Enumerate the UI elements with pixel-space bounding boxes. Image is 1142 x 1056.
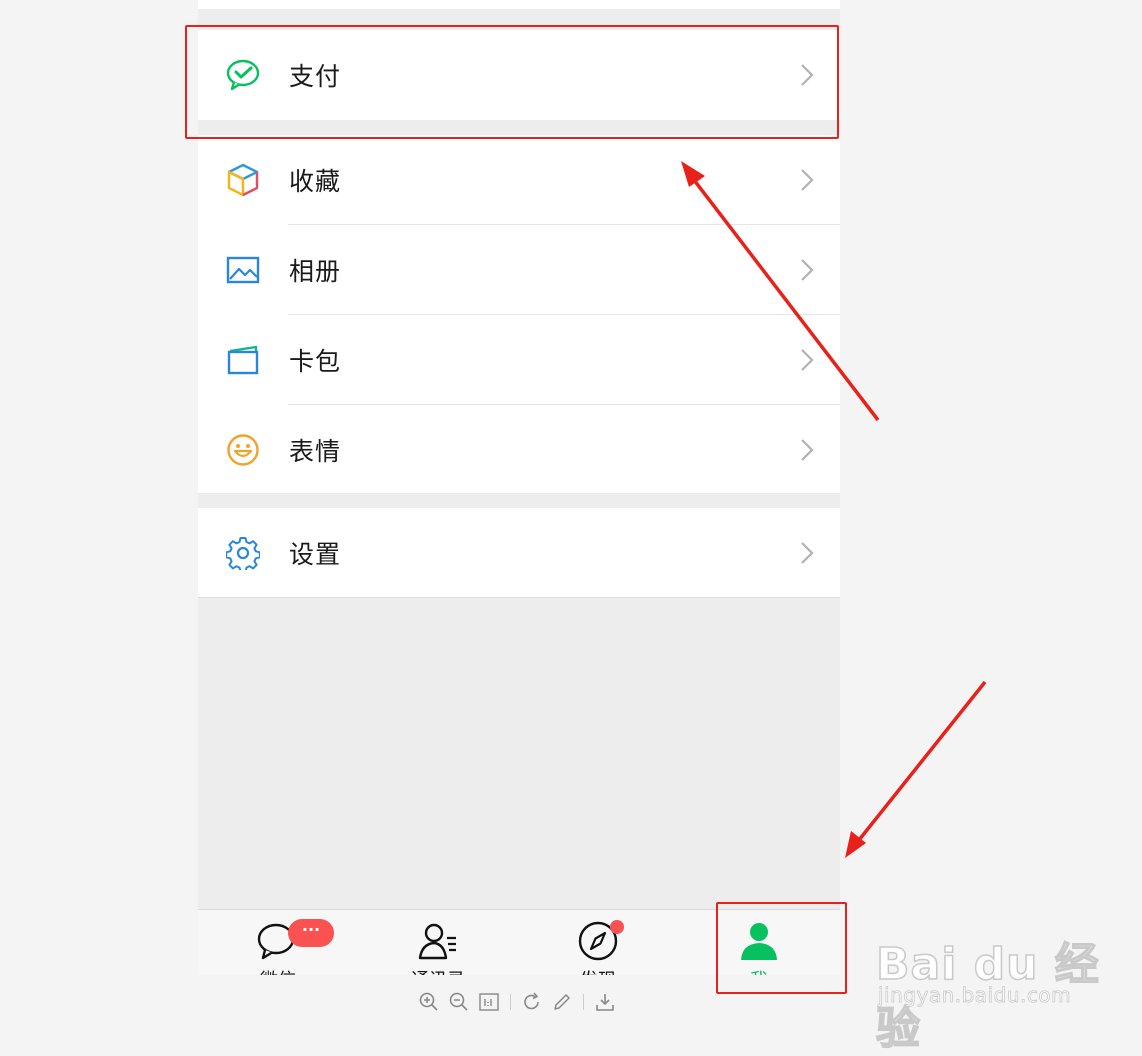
pay-section: 支付 — [198, 30, 840, 120]
download-icon[interactable] — [594, 991, 616, 1013]
menu-item-settings[interactable]: 设置 — [198, 508, 840, 598]
chevron-right-icon — [800, 63, 814, 87]
rotate-icon[interactable] — [521, 991, 543, 1013]
tab-chats[interactable]: ··· 微信 — [198, 910, 358, 975]
contacts-icon — [417, 920, 459, 962]
menu-item-label: 相册 — [289, 257, 342, 286]
menu-item-favorites[interactable]: 收藏 — [198, 135, 840, 225]
toolbar-divider — [510, 994, 511, 1010]
wechat-me-screen: 支付 收藏 相册 卡包 表情 设置 ··· — [198, 0, 840, 975]
tab-label: 我 — [679, 966, 839, 975]
unread-badge: ··· — [288, 919, 334, 947]
tab-label: 微信 — [198, 966, 358, 975]
menu-item-label: 收藏 — [289, 167, 342, 196]
discover-red-dot — [610, 920, 624, 934]
favorites-cube-icon — [226, 163, 260, 197]
menu-item-card-wallet[interactable]: 卡包 — [198, 315, 840, 405]
top-card-edge — [198, 0, 840, 9]
tab-label: 发现 — [518, 966, 678, 975]
album-icon — [226, 253, 260, 287]
sticker-smiley-icon — [226, 433, 260, 467]
menu-item-label: 设置 — [289, 540, 342, 569]
tab-me[interactable]: 我 — [679, 910, 839, 975]
menu-item-pay[interactable]: 支付 — [198, 30, 840, 120]
menu-item-label: 支付 — [289, 62, 342, 91]
settings-section: 设置 — [198, 508, 840, 598]
edit-pencil-icon[interactable] — [551, 991, 573, 1013]
chevron-right-icon — [800, 258, 814, 282]
bottom-tab-bar: ··· 微信 通讯录 发现 我 — [198, 909, 840, 975]
tab-discover[interactable]: 发现 — [518, 910, 678, 975]
zoom-out-icon[interactable] — [448, 991, 470, 1013]
chevron-right-icon — [800, 438, 814, 462]
baidu-jingyan-watermark: Bai du 经验 jingyan.baidu.com — [875, 908, 1106, 1055]
toolbar-divider — [583, 994, 584, 1010]
actual-size-icon[interactable] — [478, 991, 500, 1013]
tab-label: 通讯录 — [358, 966, 518, 975]
image-viewer-toolbar — [418, 990, 624, 1014]
tab-contacts[interactable]: 通讯录 — [358, 910, 518, 975]
me-person-icon — [738, 920, 780, 962]
zoom-in-icon[interactable] — [418, 991, 440, 1013]
menu-item-stickers[interactable]: 表情 — [198, 405, 840, 495]
chevron-right-icon — [800, 348, 814, 372]
wechat-pay-icon — [226, 58, 260, 92]
watermark-url: jingyan.baidu.com — [878, 983, 1072, 1008]
main-menu-section: 收藏 相册 卡包 表情 — [198, 135, 840, 493]
menu-item-label: 表情 — [289, 437, 342, 466]
card-wallet-icon — [226, 343, 260, 377]
arrow-to-me-tab — [845, 680, 987, 858]
settings-gear-icon — [226, 536, 260, 570]
chevron-right-icon — [800, 168, 814, 192]
menu-item-album[interactable]: 相册 — [198, 225, 840, 315]
chevron-right-icon — [800, 541, 814, 565]
menu-item-label: 卡包 — [289, 347, 342, 376]
